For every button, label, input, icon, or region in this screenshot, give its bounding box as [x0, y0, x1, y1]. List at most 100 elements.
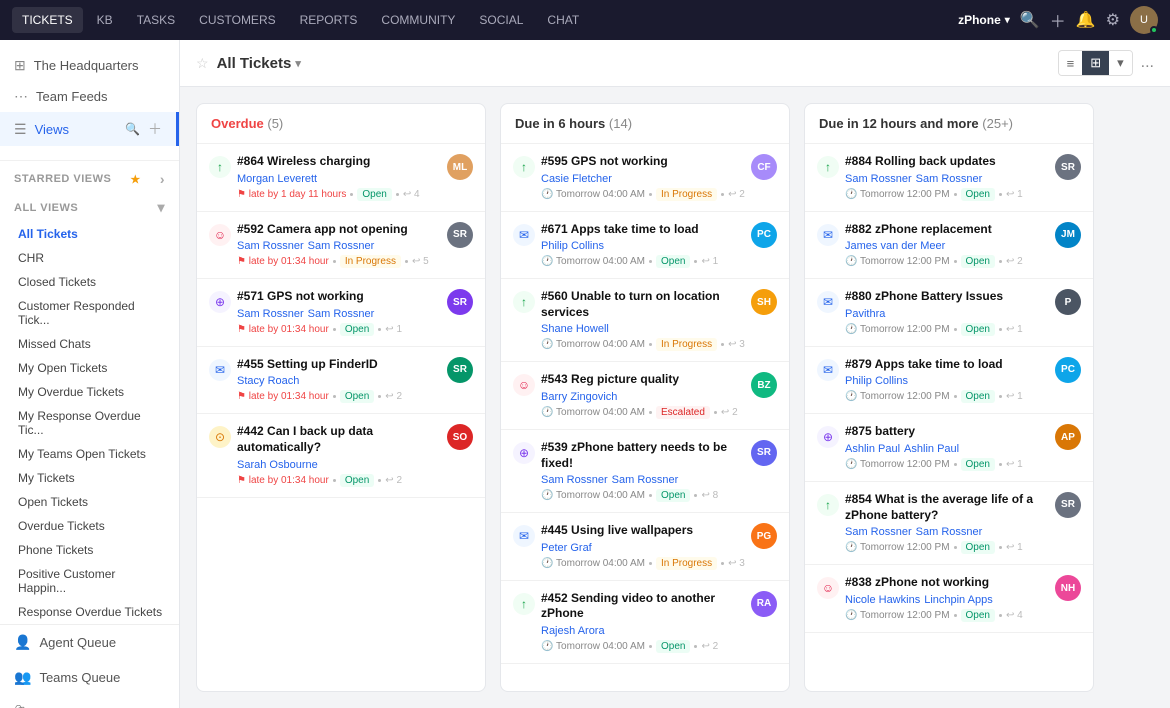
agent-name[interactable]: Sam Rossner	[308, 240, 375, 252]
nav-tasks[interactable]: TASKS	[127, 7, 185, 33]
view-title-dropdown[interactable]: All Tickets ▾	[217, 55, 301, 72]
ticket-card[interactable]: ✉ #445 Using live wallpapers Peter Graf …	[501, 513, 789, 581]
ticket-card[interactable]: ↑ #884 Rolling back updates Sam Rossner …	[805, 144, 1093, 212]
ticket-card[interactable]: ☺ #592 Camera app not opening Sam Rossne…	[197, 212, 485, 280]
ticket-card[interactable]: ✉ #455 Setting up FinderID Stacy Roach ⚑…	[197, 347, 485, 415]
nav-community[interactable]: COMMUNITY	[371, 7, 465, 33]
agent-name[interactable]: Linchpin Apps	[924, 594, 993, 606]
add-icon[interactable]: ＋	[1050, 8, 1066, 32]
favorite-star-icon[interactable]: ☆	[196, 55, 209, 72]
ticket-card[interactable]: ⊕ #539 zPhone battery needs to be fixed!…	[501, 430, 789, 513]
view-positive-customer[interactable]: Positive Customer Happin...	[0, 562, 179, 600]
view-my-teams-open[interactable]: My Teams Open Tickets	[0, 442, 179, 466]
search-icon[interactable]: 🔍	[1020, 10, 1040, 30]
ticket-card[interactable]: ↑ #854 What is the average life of a zPh…	[805, 482, 1093, 565]
grid-view-button[interactable]: ⊞	[1082, 51, 1109, 75]
ticket-card[interactable]: ✉ #882 zPhone replacement James van der …	[805, 212, 1093, 280]
reply-count: ↩ 1	[1006, 459, 1023, 470]
view-response-overdue[interactable]: Response Overdue Tickets	[0, 600, 179, 624]
view-customer-responded[interactable]: Customer Responded Tick...	[0, 294, 179, 332]
agent-name[interactable]: Sam Rossner	[845, 526, 912, 538]
agent-name[interactable]: Sam Rossner	[916, 173, 983, 185]
ticket-card[interactable]: ↑ #452 Sending video to another zPhone R…	[501, 581, 789, 664]
agent-name[interactable]: James van der Meer	[845, 240, 945, 252]
user-avatar[interactable]: U	[1130, 6, 1158, 34]
sidebar-item-agent-queue[interactable]: 👤 Agent Queue	[0, 625, 179, 660]
agent-name[interactable]: Nicole Hawkins	[845, 594, 920, 606]
view-my-response-overdue[interactable]: My Response Overdue Tic...	[0, 404, 179, 442]
view-my-open-tickets[interactable]: My Open Tickets	[0, 356, 179, 380]
ticket-card[interactable]: ✉ #671 Apps take time to load Philip Col…	[501, 212, 789, 280]
ticket-card[interactable]: ↑ #560 Unable to turn on location servic…	[501, 279, 789, 362]
settings-icon[interactable]: ⚙	[1106, 10, 1120, 30]
ticket-avatar: BZ	[751, 372, 777, 398]
nav-reports[interactable]: REPORTS	[290, 7, 368, 33]
ticket-meta: 🕐 Tomorrow 04:00 AM In Progress ↩ 2	[541, 188, 745, 201]
ticket-card[interactable]: ⊙ #442 Can I back up data automatically?…	[197, 414, 485, 497]
nav-chat[interactable]: CHAT	[537, 7, 589, 33]
ticket-card[interactable]: ☺ #838 zPhone not working Nicole Hawkins…	[805, 565, 1093, 633]
nav-kb[interactable]: KB	[87, 7, 123, 33]
sidebar-item-tags[interactable]: 🏷 Tags	[0, 695, 179, 708]
list-view-button[interactable]: ≡	[1059, 52, 1083, 75]
agent-name[interactable]: Rajesh Arora	[541, 625, 605, 637]
ticket-card[interactable]: ↑ #595 GPS not working Casie Fletcher 🕐 …	[501, 144, 789, 212]
sidebar-item-teams-queue[interactable]: 👥 Teams Queue	[0, 660, 179, 695]
ticket-card[interactable]: ⊕ #875 battery Ashlin Paul Ashlin Paul 🕐…	[805, 414, 1093, 482]
view-overdue-tickets[interactable]: Overdue Tickets	[0, 514, 179, 538]
agent-name[interactable]: Sam Rossner	[237, 308, 304, 320]
agent-name[interactable]: Ashlin Paul	[904, 443, 959, 455]
agent-name[interactable]: Sam Rossner	[541, 474, 608, 486]
ticket-avatar: SR	[447, 289, 473, 315]
ticket-card[interactable]: ⊕ #571 GPS not working Sam Rossner Sam R…	[197, 279, 485, 347]
nav-tickets[interactable]: TICKETS	[12, 7, 83, 33]
view-open-tickets[interactable]: Open Tickets	[0, 490, 179, 514]
view-missed-chats[interactable]: Missed Chats	[0, 332, 179, 356]
zphone-selector[interactable]: zPhone ▾	[958, 13, 1010, 27]
more-options-button[interactable]: ...	[1141, 54, 1154, 72]
agent-name[interactable]: Peter Graf	[541, 542, 592, 554]
agent-name[interactable]: Stacy Roach	[237, 375, 299, 387]
notifications-icon[interactable]: 🔔	[1076, 10, 1096, 30]
ticket-card[interactable]: ↑ #864 Wireless charging Morgan Leverett…	[197, 144, 485, 212]
view-closed-tickets[interactable]: Closed Tickets	[0, 270, 179, 294]
agent-name[interactable]: Pavithra	[845, 308, 885, 320]
agent-name[interactable]: Casie Fletcher	[541, 173, 612, 185]
ticket-card[interactable]: ✉ #879 Apps take time to load Philip Col…	[805, 347, 1093, 415]
agent-name[interactable]: Sam Rossner	[237, 240, 304, 252]
view-all-tickets[interactable]: All Tickets	[0, 222, 179, 246]
starred-expand-icon[interactable]: ›	[160, 171, 165, 187]
agent-name[interactable]: Morgan Leverett	[237, 173, 317, 185]
agent-name[interactable]: Barry Zingovich	[541, 391, 617, 403]
ticket-avatar: AP	[1055, 424, 1081, 450]
view-my-tickets[interactable]: My Tickets	[0, 466, 179, 490]
ticket-info: #595 GPS not working Casie Fletcher 🕐 To…	[541, 154, 745, 201]
ticket-card[interactable]: ✉ #880 zPhone Battery Issues Pavithra 🕐 …	[805, 279, 1093, 347]
view-my-overdue-tickets[interactable]: My Overdue Tickets	[0, 380, 179, 404]
all-views-collapse-icon[interactable]: ▾	[157, 199, 165, 216]
sidebar-item-teamfeeds[interactable]: ⋯ Team Feeds	[0, 81, 179, 112]
view-phone-tickets[interactable]: Phone Tickets	[0, 538, 179, 562]
search-views-icon[interactable]: 🔍	[125, 122, 140, 136]
agent-name[interactable]: Sam Rossner	[308, 308, 375, 320]
agent-name[interactable]: Sam Rossner	[612, 474, 679, 486]
sidebar-item-views[interactable]: ☰ Views 🔍 ＋	[0, 112, 179, 146]
ticket-card[interactable]: ☺ #543 Reg picture quality Barry Zingovi…	[501, 362, 789, 430]
nav-social[interactable]: SOCIAL	[469, 7, 533, 33]
view-options-dropdown[interactable]: ▾	[1109, 51, 1132, 75]
ticket-agents: Sam Rossner Sam Rossner	[845, 526, 1049, 538]
agent-name[interactable]: Philip Collins	[845, 375, 908, 387]
agent-name[interactable]: Sarah Osbourne	[237, 459, 318, 471]
agent-name[interactable]: Ashlin Paul	[845, 443, 900, 455]
header-right: ≡ ⊞ ▾ ...	[1058, 50, 1154, 76]
nav-customers[interactable]: CUSTOMERS	[189, 7, 285, 33]
agent-name[interactable]: Sam Rossner	[916, 526, 983, 538]
sidebar-item-headquarters[interactable]: ⊞ The Headquarters	[0, 50, 179, 81]
agent-name[interactable]: Shane Howell	[541, 323, 609, 335]
ticket-agents: Pavithra	[845, 308, 1049, 320]
view-chr[interactable]: CHR	[0, 246, 179, 270]
all-views-header: ALL VIEWS ▾	[0, 193, 179, 222]
agent-name[interactable]: Sam Rossner	[845, 173, 912, 185]
agent-name[interactable]: Philip Collins	[541, 240, 604, 252]
add-view-icon[interactable]: ＋	[148, 119, 162, 139]
